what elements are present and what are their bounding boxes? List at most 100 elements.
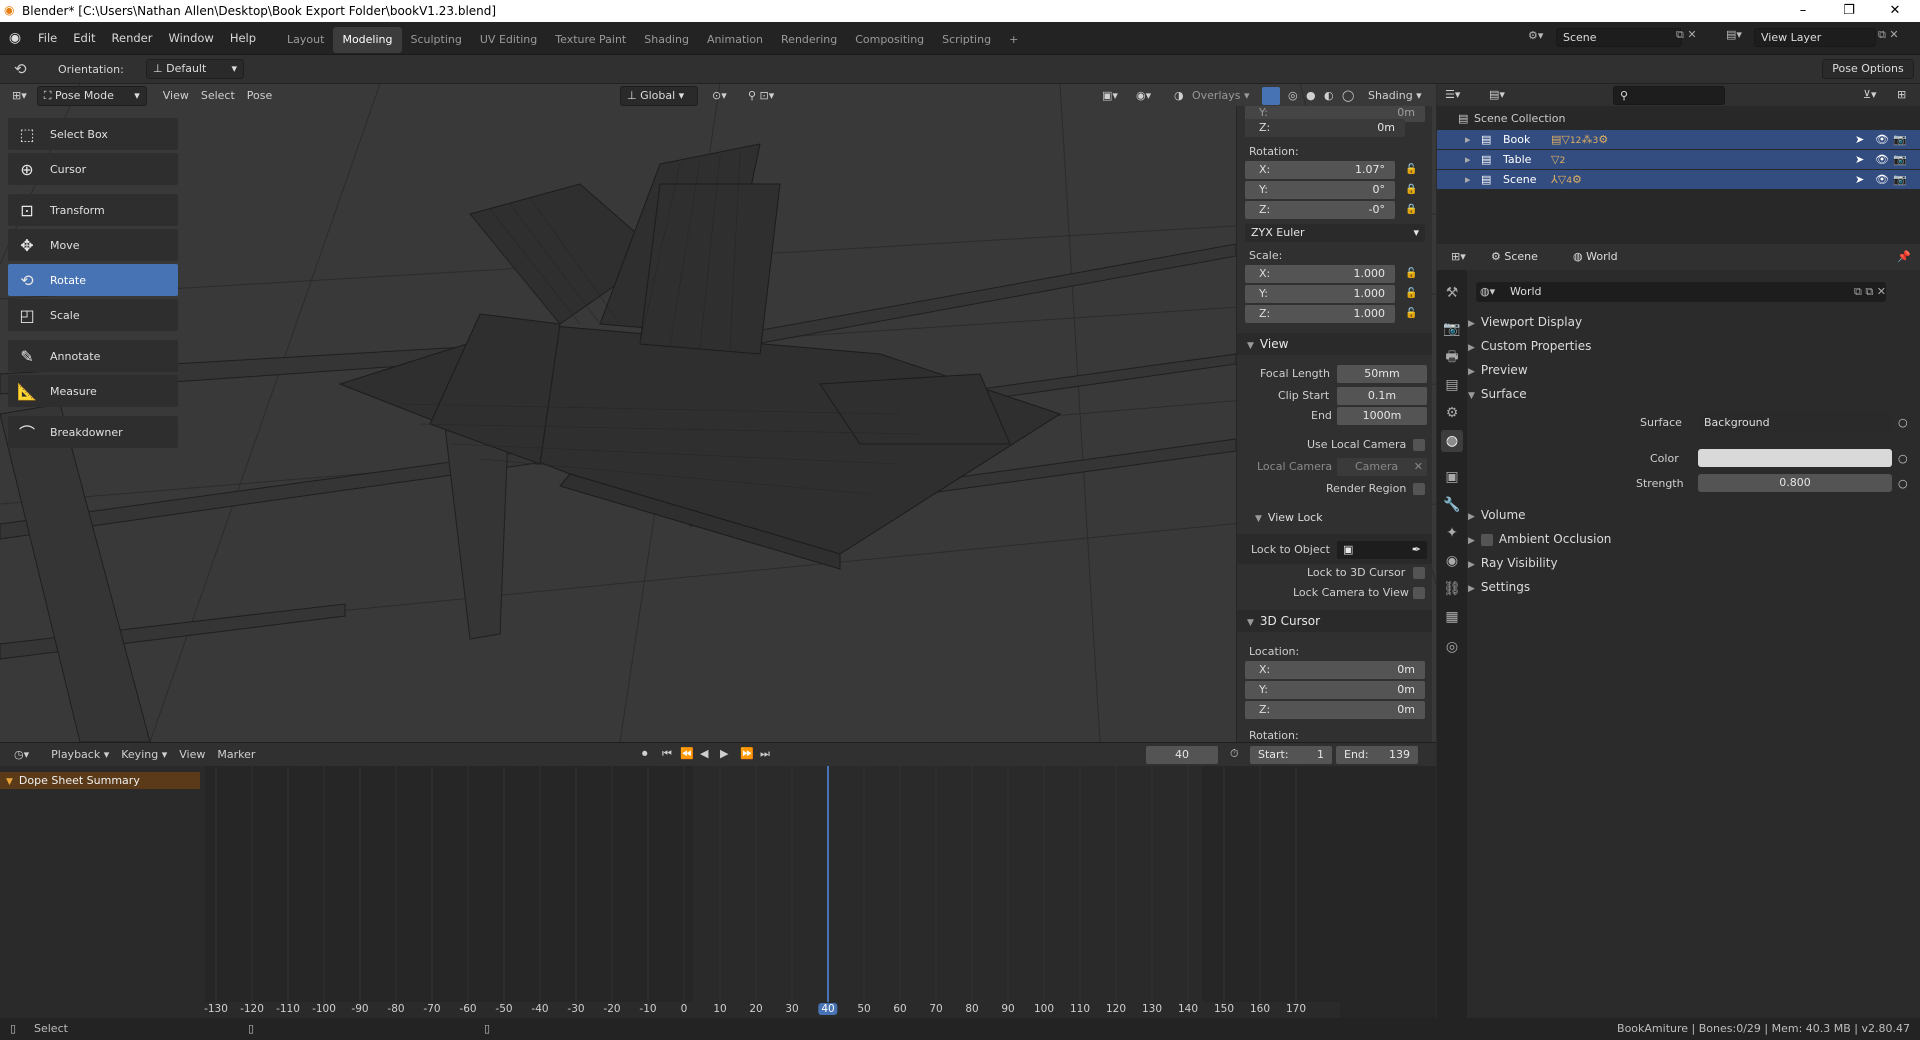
- physics-tab-icon[interactable]: ◉: [1441, 550, 1463, 572]
- outliner-search-input[interactable]: ⚲: [1613, 86, 1725, 105]
- eye-icon[interactable]: 👁: [1875, 170, 1889, 189]
- ambient-occlusion-checkbox[interactable]: [1480, 533, 1493, 546]
- color-swatch[interactable]: [1698, 449, 1892, 467]
- shading-rendered-icon[interactable]: ◯: [1336, 85, 1360, 107]
- clock-icon[interactable]: ⏱: [1224, 743, 1245, 765]
- modifier-tab-icon[interactable]: 🔧: [1441, 494, 1463, 516]
- lock-to-object-field[interactable]: ▣ ✒: [1337, 541, 1427, 559]
- camera-icon[interactable]: 📷: [1893, 150, 1907, 169]
- filter-icon[interactable]: ⊻▾: [1857, 84, 1883, 106]
- particles-tab-icon[interactable]: ✦: [1441, 522, 1463, 544]
- menu-select[interactable]: Select: [195, 85, 241, 107]
- 3d-cursor-panel-header[interactable]: ▼ 3D Cursor: [1237, 610, 1432, 632]
- strength-link-icon[interactable]: ○: [1898, 477, 1908, 490]
- menu-marker[interactable]: Marker: [211, 744, 261, 766]
- tab-animation[interactable]: Animation: [698, 27, 772, 53]
- tool-measure[interactable]: 📐 Measure: [8, 375, 178, 407]
- tool-move[interactable]: ✥ Move: [8, 229, 178, 261]
- menu-playback[interactable]: Playback ▾: [45, 744, 115, 766]
- tab-texture-paint[interactable]: Texture Paint: [546, 27, 635, 53]
- menu-edit[interactable]: Edit: [65, 22, 103, 55]
- camera-icon[interactable]: 📷: [1893, 170, 1907, 189]
- lock-closed-icon[interactable]: 🔒: [1405, 204, 1417, 216]
- view-layer-field[interactable]: View Layer: [1754, 28, 1876, 47]
- panel-settings[interactable]: ▶ Settings: [1468, 576, 1920, 598]
- view-layer-tab-icon[interactable]: ▤: [1441, 374, 1463, 396]
- tool-cursor[interactable]: ⊕ Cursor: [8, 153, 178, 185]
- menu-timeline-view[interactable]: View: [173, 744, 211, 766]
- cursor-z-field[interactable]: Z: 0m: [1245, 701, 1425, 719]
- use-local-camera-checkbox[interactable]: [1413, 439, 1425, 451]
- lock-open-icon[interactable]: 🔓: [1405, 288, 1417, 300]
- outliner-item-scene[interactable]: ▸ ▤ Scene ⅄▽4⚙ ➤ 👁 📷: [1437, 170, 1920, 189]
- 3d-viewport[interactable]: [0, 84, 1436, 742]
- menu-keying[interactable]: Keying ▾: [115, 744, 173, 766]
- menu-file[interactable]: File: [30, 22, 65, 55]
- eyedropper-icon[interactable]: ✒: [1412, 541, 1421, 559]
- new-view-layer-icon[interactable]: ⧉ ✕: [1878, 28, 1899, 42]
- color-link-icon[interactable]: ○: [1898, 452, 1908, 465]
- panel-ambient-occlusion[interactable]: ▶ Ambient Occlusion: [1468, 528, 1920, 550]
- tool-tab-icon[interactable]: ⚒: [1441, 282, 1463, 304]
- new-collection-icon[interactable]: ⊞: [1891, 84, 1912, 106]
- outliner-item-book[interactable]: ▸ ▤ Book ▤▽12⁂3⚙ ➤ 👁 📷: [1437, 130, 1920, 149]
- pivot-icon[interactable]: ⊙▾: [706, 85, 733, 107]
- location-z-field[interactable]: Z: 0m: [1245, 119, 1405, 137]
- snap-icon[interactable]: ⚲ ⊡▾: [742, 85, 780, 107]
- panel-viewport-display[interactable]: ▶ Viewport Display: [1468, 311, 1920, 333]
- dope-sheet[interactable]: ▼ Dope Sheet Summary -130 -120 -110 -100 -90-…: [0, 766, 1436, 1018]
- overlays-button[interactable]: Overlays ▾: [1186, 85, 1256, 107]
- menu-view[interactable]: View: [157, 85, 195, 107]
- play-icon[interactable]: ▶: [714, 743, 734, 765]
- render-tab-icon[interactable]: 📷: [1441, 318, 1463, 340]
- local-camera-field[interactable]: Camera ✕: [1337, 458, 1427, 476]
- outliner-item-table[interactable]: ▸ ▤ Table ▽2 ➤ 👁 📷: [1437, 150, 1920, 169]
- menu-pose[interactable]: Pose: [241, 85, 278, 107]
- shading-dropdown[interactable]: Shading ▾: [1362, 85, 1428, 107]
- output-tab-icon[interactable]: 🖶: [1441, 346, 1463, 368]
- eye-icon[interactable]: 👁: [1875, 130, 1889, 149]
- world-actions-icon[interactable]: ⧉ ⧉ ✕: [1854, 285, 1886, 299]
- tab-compositing[interactable]: Compositing: [846, 27, 933, 53]
- panel-volume[interactable]: ▶ Volume: [1468, 504, 1920, 526]
- mode-dropdown[interactable]: ⛶ Pose Mode ▾: [36, 86, 147, 106]
- lock-to-cursor-checkbox[interactable]: [1413, 567, 1425, 579]
- lock-open-icon[interactable]: 🔓: [1405, 164, 1417, 176]
- minimize-icon[interactable]: –: [1780, 0, 1826, 22]
- focal-length-field[interactable]: 50mm: [1337, 365, 1427, 383]
- end-frame-field[interactable]: End: 139: [1336, 746, 1418, 764]
- add-workspace-icon[interactable]: +: [1000, 27, 1027, 53]
- rotation-y-field[interactable]: Y: 0°: [1245, 181, 1395, 199]
- surface-shader-dropdown[interactable]: Background: [1698, 413, 1892, 433]
- eye-icon[interactable]: 👁: [1875, 150, 1889, 169]
- scene-breadcrumb[interactable]: ⚙ Scene: [1491, 250, 1538, 263]
- clip-start-field[interactable]: 0.1m: [1337, 387, 1427, 405]
- pin-icon[interactable]: 📌: [1897, 250, 1911, 263]
- editor-type-icon[interactable]: ⊞▾: [6, 85, 33, 107]
- tab-uv-editing[interactable]: UV Editing: [471, 27, 546, 53]
- xray-icon[interactable]: [1262, 87, 1280, 105]
- tool-annotate[interactable]: ✎ Annotate: [8, 340, 178, 372]
- view-object-types-icon[interactable]: ▣▾: [1096, 85, 1124, 107]
- rotation-z-field[interactable]: Z: -0°: [1245, 201, 1395, 219]
- world-datablock-field[interactable]: ◍▾ World: [1476, 282, 1886, 302]
- constraints-tab-icon[interactable]: ⛓: [1441, 578, 1463, 600]
- scene-field[interactable]: Scene: [1556, 28, 1682, 47]
- scene-tab-icon[interactable]: ⚙: [1441, 402, 1463, 424]
- restore-icon[interactable]: ❐: [1826, 0, 1872, 22]
- record-icon[interactable]: ⏺: [636, 743, 654, 765]
- menu-render[interactable]: Render: [104, 22, 161, 55]
- shader-link-icon[interactable]: ○: [1898, 416, 1908, 429]
- world-tab-icon[interactable]: ◍: [1441, 430, 1463, 452]
- view-panel-header[interactable]: ▼ View: [1237, 333, 1432, 355]
- tab-layout[interactable]: Layout: [278, 27, 333, 53]
- menu-help[interactable]: Help: [222, 22, 264, 55]
- blender-menu-icon[interactable]: ◉: [0, 30, 30, 46]
- orientation-dropdown[interactable]: ⊥ Default ▾: [146, 59, 244, 79]
- properties-editor-type-icon[interactable]: ⊞▾: [1445, 246, 1472, 268]
- outliner-editor-type-icon[interactable]: ☰▾: [1439, 84, 1466, 106]
- select-arrow-icon[interactable]: ➤: [1855, 170, 1864, 189]
- select-arrow-icon[interactable]: ➤: [1855, 130, 1864, 149]
- render-region-checkbox[interactable]: [1413, 483, 1425, 495]
- tab-modeling[interactable]: Modeling: [333, 27, 402, 53]
